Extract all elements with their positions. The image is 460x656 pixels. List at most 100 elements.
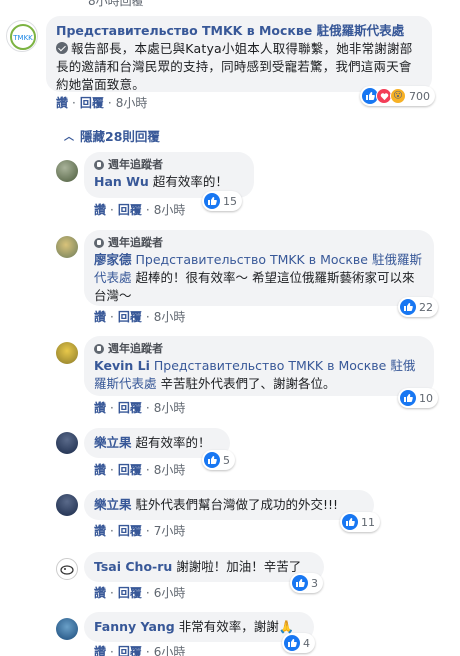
reply-bubble: 週年追蹤者 廖家德 Представительство TMKK в Москв…: [84, 230, 434, 306]
like-link[interactable]: 讚: [94, 201, 106, 218]
main-comment-actions: 讚 · 回覆 · 8小時: [56, 94, 148, 111]
main-comment-reactions[interactable]: 😮 700: [360, 86, 435, 106]
trophy-icon: [94, 238, 104, 248]
reply-reactions[interactable]: 3: [290, 573, 323, 593]
badge-line: 週年追蹤者: [94, 342, 424, 356]
reply-text: 辛苦駐外代表們了、謝謝各位。: [160, 376, 336, 391]
reply-link[interactable]: 回覆: [118, 399, 142, 416]
reply-author[interactable]: 廖家德: [94, 252, 132, 267]
like-link[interactable]: 讚: [94, 461, 106, 478]
reply-text: 超有效率的！: [152, 174, 228, 189]
verified-badge-icon: [56, 42, 68, 54]
badge-line: 週年追蹤者: [94, 158, 244, 172]
avatar[interactable]: [56, 494, 78, 516]
reply-reactions[interactable]: 11: [340, 512, 380, 532]
reply-author[interactable]: Fanny Yang: [94, 619, 175, 634]
reply-author[interactable]: 樂立果: [94, 435, 132, 450]
reply-actions: 讚 · 回覆 · 6小時: [94, 584, 186, 601]
previous-replies-label: 8小時回覆: [88, 0, 144, 8]
avatar[interactable]: [56, 558, 78, 580]
like-reaction-icon: [400, 299, 416, 315]
reply-link[interactable]: 回覆: [118, 201, 142, 218]
reaction-count: 11: [361, 515, 375, 529]
reply-actions: 讚 · 回覆 · 6小時: [94, 643, 185, 656]
main-comment-author[interactable]: Представительство TMKK в Москве 駐俄羅斯代表處: [56, 22, 422, 40]
reply-bubble: 週年追蹤者 Kevin Li Представительство TMKK в …: [84, 336, 434, 396]
reply-bubble: Tsai Cho-ru 謝謝啦！加油！辛苦了: [84, 552, 324, 582]
main-comment-text: 報告部長，本處已與Katya小姐本人取得聯繫，她非常謝謝部長的邀請和台灣民眾的支…: [56, 41, 413, 92]
hide-replies-link[interactable]: ︿ 隱藏28則回覆: [64, 126, 160, 145]
reply-text: 超有效率的！: [135, 435, 211, 450]
fan-badge: 週年追蹤者: [108, 158, 163, 171]
like-link[interactable]: 讚: [56, 94, 68, 111]
reply-link[interactable]: 回覆: [118, 522, 142, 539]
reply-reactions[interactable]: 22: [398, 297, 438, 317]
like-reaction-icon: [284, 635, 300, 651]
fan-badge: 週年追蹤者: [108, 342, 163, 355]
main-reaction-count: 700: [409, 89, 430, 103]
comment-time[interactable]: 6小時: [154, 643, 186, 656]
like-reaction-icon: [400, 390, 416, 406]
reply-reactions[interactable]: 10: [398, 388, 438, 408]
main-comment-bubble: Представительство TMKK в Москве 駐俄羅斯代表處 …: [46, 16, 432, 92]
reply-actions: 讚 · 回覆 · 8小時: [94, 399, 186, 416]
reply-link[interactable]: 回覆: [118, 308, 142, 325]
reply-author[interactable]: 樂立果: [94, 497, 132, 512]
reply-text: 非常有效率，謝謝🙏: [178, 619, 295, 634]
chevron-up-icon: ︿: [64, 132, 74, 143]
reply-reactions[interactable]: 5: [202, 450, 235, 470]
comment-time[interactable]: 8小時: [154, 201, 186, 218]
reaction-count: 3: [311, 576, 318, 590]
fan-badge: 週年追蹤者: [108, 236, 163, 249]
like-reaction-icon: [292, 575, 308, 591]
reply-author[interactable]: Kevin Li: [94, 358, 150, 373]
reply-bubble: 樂立果 駐外代表們幫台灣做了成功的外交!!!: [84, 490, 374, 520]
reply-actions: 讚 · 回覆 · 8小時: [94, 308, 186, 325]
reply-text: 超棒的！很有效率～ 希望這位俄羅斯藝術家可以來台灣～: [94, 270, 415, 303]
reply-actions: 讚 · 回覆 · 8小時: [94, 461, 186, 478]
page-avatar[interactable]: TMKK: [6, 20, 38, 52]
comment-time[interactable]: 8小時: [154, 461, 186, 478]
avatar[interactable]: [56, 342, 78, 364]
like-reaction-icon: [342, 514, 358, 530]
like-reaction-icon: [204, 193, 220, 209]
comment-time[interactable]: 7小時: [154, 522, 186, 539]
reply-link[interactable]: 回覆: [118, 584, 142, 601]
comment-time[interactable]: 6小時: [154, 584, 186, 601]
reply-text: 駐外代表們幫台灣做了成功的外交!!!: [135, 497, 339, 512]
reply-actions: 讚 · 回覆 · 7小時: [94, 522, 186, 539]
reaction-count: 15: [223, 194, 237, 208]
reply-bubble: Fanny Yang 非常有效率，謝謝🙏: [84, 612, 314, 642]
avatar[interactable]: [56, 160, 78, 182]
trophy-icon: [94, 160, 104, 170]
reaction-count: 10: [419, 391, 433, 405]
reply-link[interactable]: 回覆: [118, 461, 142, 478]
reaction-count: 22: [419, 300, 433, 314]
reply-text: 謝謝啦！加油！辛苦了: [176, 559, 302, 574]
like-link[interactable]: 讚: [94, 308, 106, 325]
reaction-count: 5: [223, 453, 230, 467]
reply-reactions[interactable]: 15: [202, 191, 242, 211]
reply-link[interactable]: 回覆: [118, 643, 142, 656]
wow-reaction-icon: 😮: [390, 88, 406, 104]
reaction-count: 4: [303, 636, 310, 650]
avatar[interactable]: [56, 618, 78, 640]
comment-time[interactable]: 8小時: [154, 308, 186, 325]
trophy-icon: [94, 344, 104, 354]
previous-replies-link[interactable]: 8小時回覆: [88, 0, 144, 9]
like-reaction-icon: [204, 452, 220, 468]
hide-replies-label: 隱藏28則回覆: [80, 129, 160, 144]
like-link[interactable]: 讚: [94, 584, 106, 601]
like-link[interactable]: 讚: [94, 643, 106, 656]
svg-text:TMKK: TMKK: [12, 34, 33, 42]
reply-link[interactable]: 回覆: [80, 94, 104, 111]
reply-author[interactable]: Han Wu: [94, 174, 149, 189]
reply-reactions[interactable]: 4: [282, 633, 315, 653]
comment-time[interactable]: 8小時: [154, 399, 186, 416]
reply-author[interactable]: Tsai Cho-ru: [94, 559, 172, 574]
like-link[interactable]: 讚: [94, 522, 106, 539]
comment-time[interactable]: 8小時: [116, 94, 148, 111]
like-link[interactable]: 讚: [94, 399, 106, 416]
avatar[interactable]: [56, 236, 78, 258]
avatar[interactable]: [56, 432, 78, 454]
